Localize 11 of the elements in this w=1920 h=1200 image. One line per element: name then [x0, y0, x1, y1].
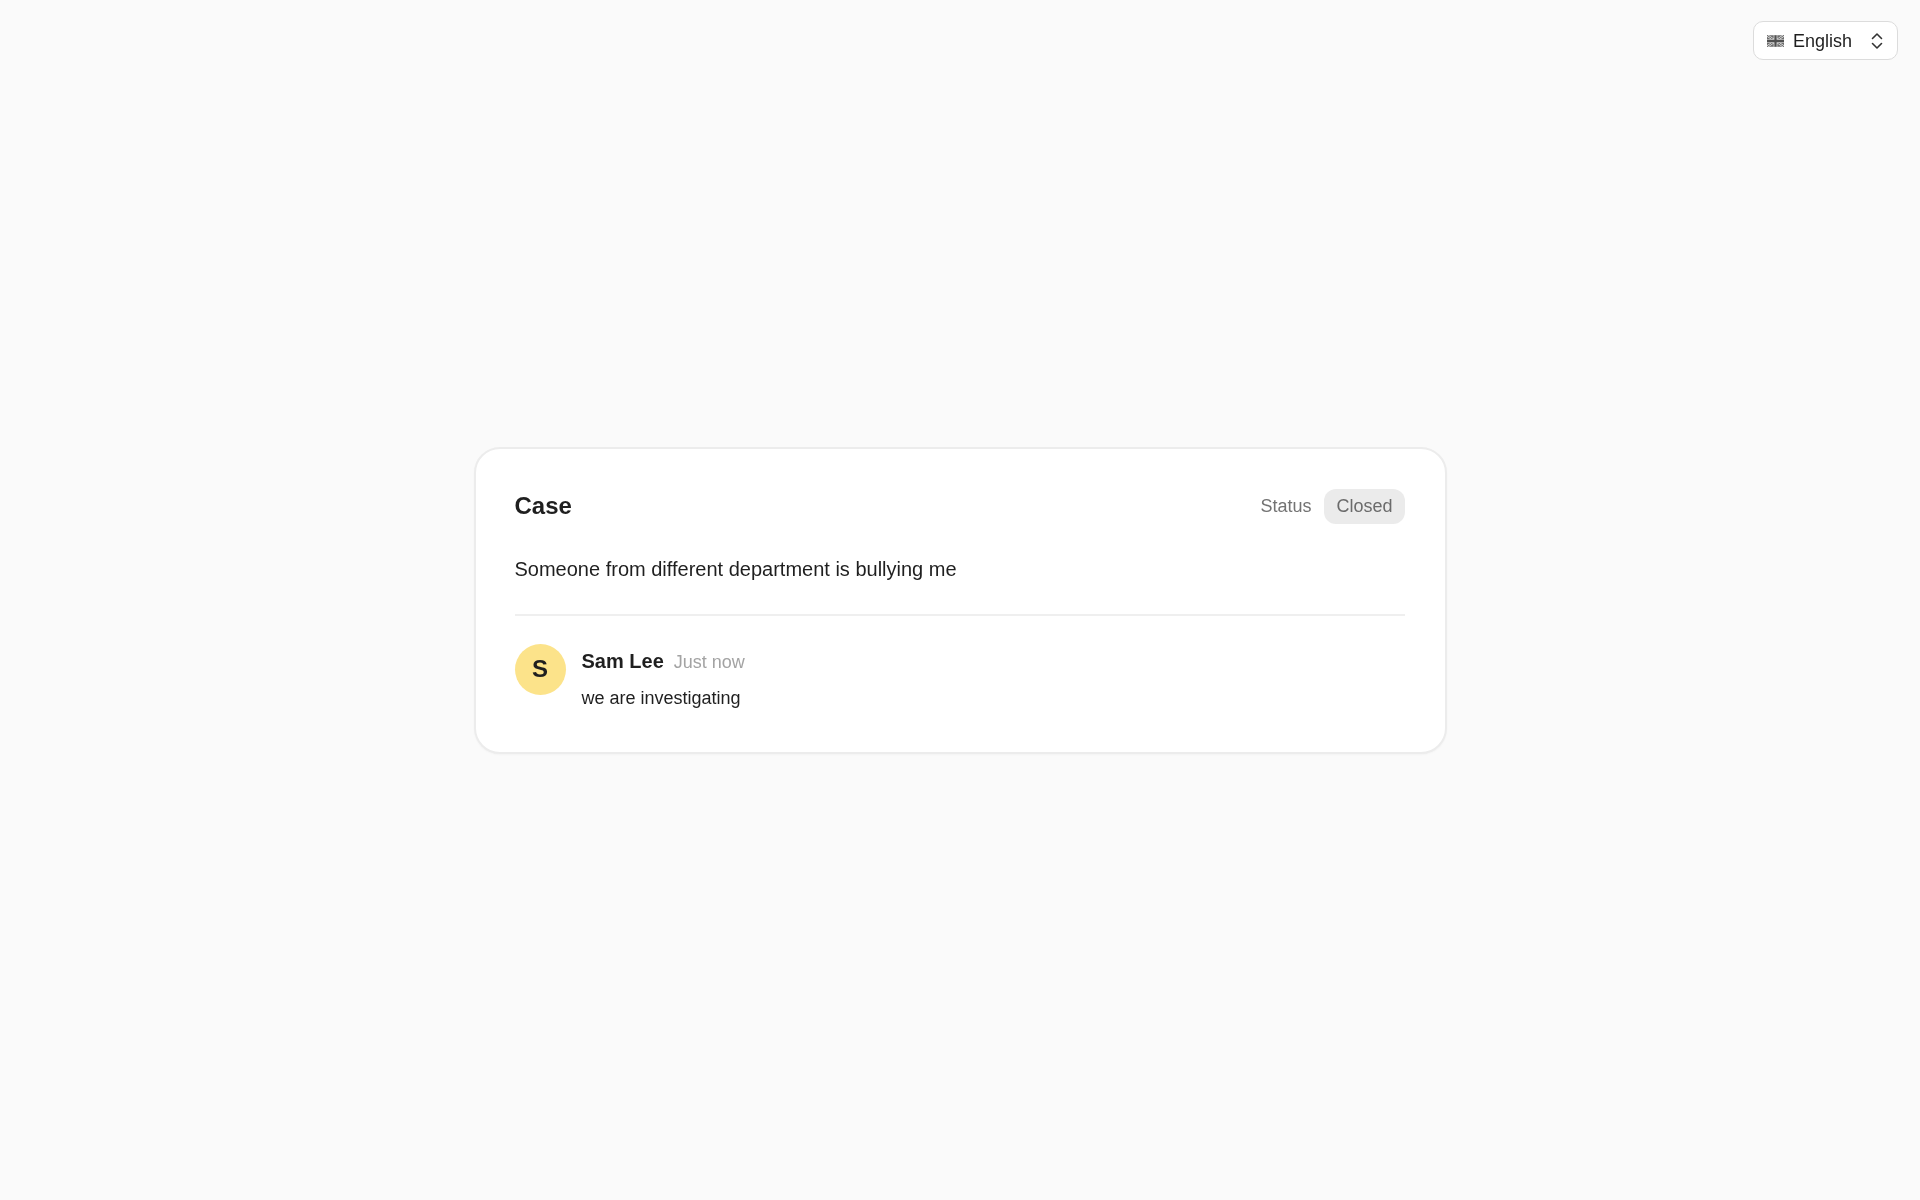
status-label: Status: [1260, 494, 1312, 518]
comment-time: Just now: [673, 650, 745, 674]
comment-text: we are investigating: [581, 686, 742, 710]
flag-icon: [1766, 34, 1784, 47]
avatar: S: [514, 643, 566, 695]
status-badge: Closed: [1324, 488, 1405, 524]
case-description: Someone from different department is bullying me: [514, 556, 958, 582]
case-title: Case: [514, 491, 572, 521]
language-select[interactable]: English: [1752, 21, 1898, 60]
comment-author: Sam Lee: [581, 648, 664, 674]
chevron-up-down-icon: [1871, 31, 1883, 50]
